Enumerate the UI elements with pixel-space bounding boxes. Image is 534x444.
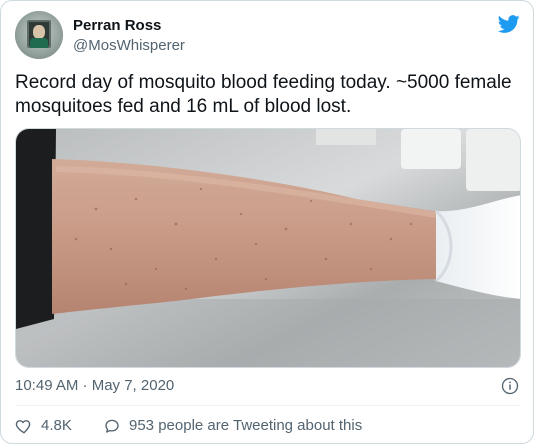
info-icon[interactable] [501, 377, 519, 395]
tweet-header: Perran Ross @MosWhisperer [15, 11, 521, 63]
avatar[interactable] [15, 11, 63, 59]
speech-bubble-icon [105, 419, 119, 433]
twitter-bird-icon[interactable] [497, 13, 521, 35]
tweeting-about-link[interactable]: 953 people are Tweeting about this [103, 415, 362, 437]
tweet-photo[interactable] [15, 128, 521, 368]
divider [15, 405, 521, 406]
like-count: 4.8K [41, 417, 72, 434]
tweet-actions: 4.8K 953 people are Tweeting about this [15, 415, 521, 437]
tweet-text: Record day of mosquito blood feeding tod… [15, 72, 512, 117]
author-handle[interactable]: @MosWhisperer [73, 37, 185, 55]
leg-photo [16, 129, 520, 367]
author-name[interactable]: Perran Ross [73, 17, 161, 35]
heart-icon [15, 420, 31, 434]
like-button[interactable]: 4.8K [15, 415, 72, 437]
tweeting-about-text: 953 people are Tweeting about this [129, 417, 363, 434]
tweet-card[interactable]: Perran Ross @MosWhisperer Record day of … [0, 0, 534, 444]
tweet-timestamp[interactable]: 10:49 AM · May 7, 2020 [15, 377, 174, 395]
